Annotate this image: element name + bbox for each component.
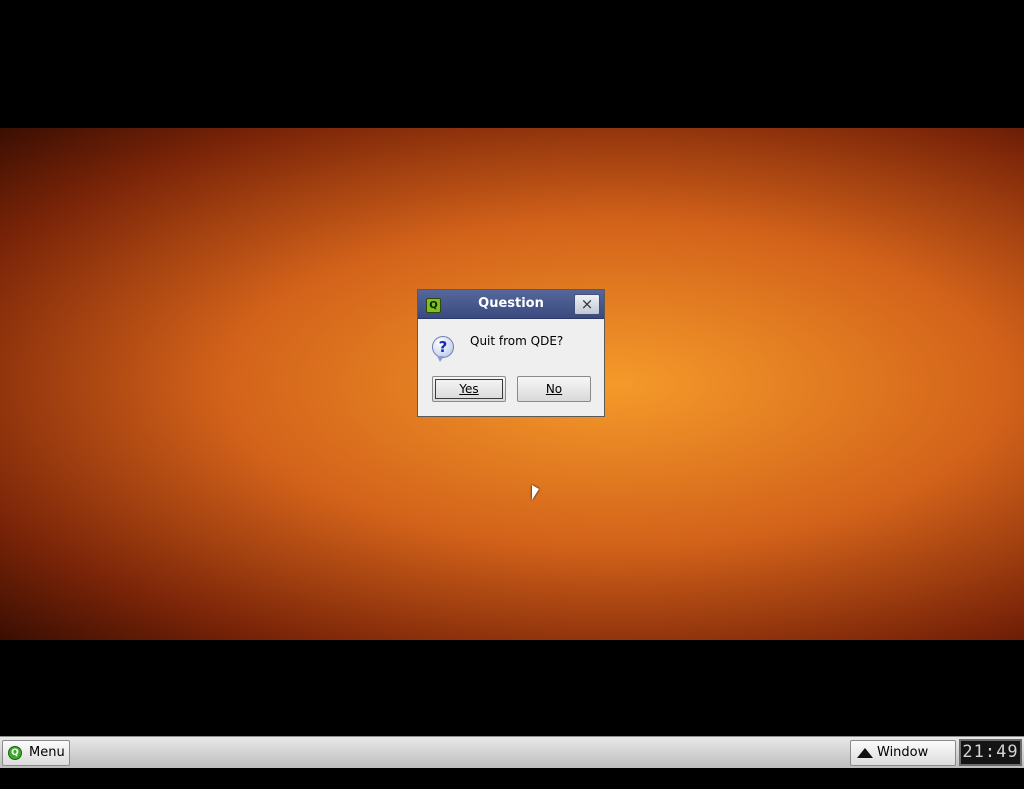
qde-logo-icon: Q [8,746,22,760]
window-list-button[interactable]: Window List [850,740,956,784]
menu-label: Menu [29,745,65,760]
taskbar: Q Menu Window List 21:49 [0,736,1024,784]
clock: 21:49 [959,739,1022,766]
dialog-titlebar[interactable]: Q Question × [418,290,604,319]
dialog-title: Question [478,296,544,311]
question-icon: ? [432,336,454,362]
close-button[interactable]: × [574,294,600,315]
dialog-message: Quit from QDE? [470,334,564,348]
quit-dialog: Q Question × ? Quit from QDE? Yes No [417,289,605,417]
menu-button[interactable]: Q Menu [2,740,70,766]
qde-app-icon: Q [426,298,441,313]
no-button[interactable]: No [517,376,591,402]
mouse-pointer [532,485,539,500]
yes-button[interactable]: Yes [432,376,506,402]
up-arrow-icon [857,748,873,758]
window-list-label: Window List [877,745,929,784]
close-icon: × [580,295,594,313]
